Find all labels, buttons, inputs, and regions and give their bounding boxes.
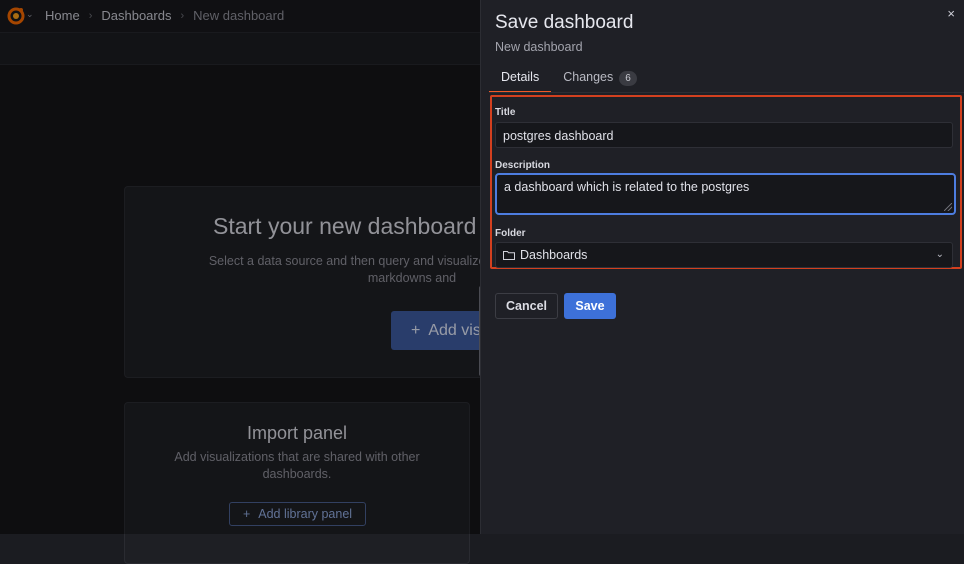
title-input-value: postgres dashboard — [503, 129, 614, 143]
close-icon[interactable]: × — [947, 6, 955, 21]
tab-changes-label: Changes — [563, 70, 614, 84]
tab-changes[interactable]: Changes 6 — [551, 66, 649, 92]
tab-details[interactable]: Details — [489, 66, 552, 93]
changes-count-badge: 6 — [619, 71, 637, 86]
folder-label: Folder — [495, 228, 526, 239]
save-dashboard-drawer: × Save dashboard New dashboard Details C… — [480, 0, 964, 534]
description-textarea[interactable]: a dashboard which is related to the post… — [495, 173, 956, 215]
folder-icon — [503, 251, 515, 260]
tabs-divider — [489, 92, 964, 93]
modal-backdrop[interactable] — [0, 0, 480, 534]
chevron-down-icon[interactable]: ⌄ — [936, 249, 944, 260]
resize-handle-icon[interactable] — [944, 203, 952, 211]
drawer-tabs: Details Changes 6 — [489, 66, 649, 93]
description-textarea-value: a dashboard which is related to the post… — [504, 180, 750, 194]
save-button[interactable]: Save — [564, 293, 616, 319]
tab-details-label: Details — [501, 70, 540, 84]
title-input[interactable]: postgres dashboard — [495, 122, 953, 148]
drawer-title: Save dashboard — [495, 12, 634, 33]
drawer-subtitle: New dashboard — [495, 40, 583, 54]
title-label: Title — [495, 107, 516, 118]
folder-select[interactable]: Dashboards ⌄ — [495, 242, 953, 268]
description-label: Description — [495, 160, 551, 171]
folder-select-value: Dashboards — [520, 248, 588, 262]
cancel-button[interactable]: Cancel — [495, 293, 558, 319]
